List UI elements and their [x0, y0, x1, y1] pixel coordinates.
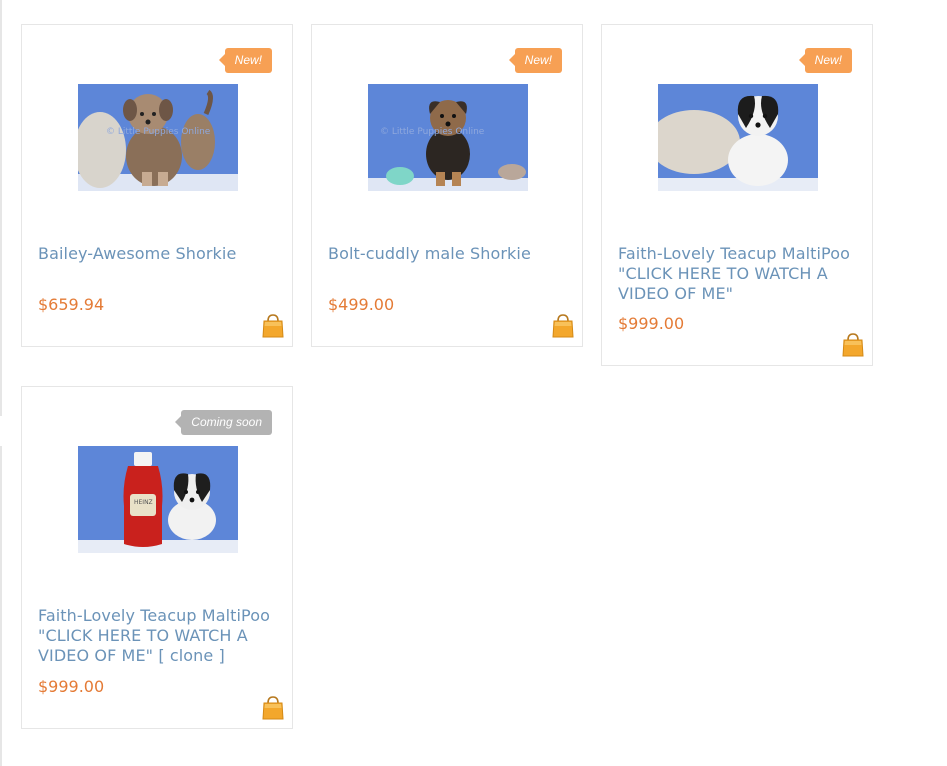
product-title-link[interactable]: Bolt-cuddly male Shorkie — [328, 244, 568, 264]
product-card[interactable]: New! © Little Puppies Online Bailey-Awes… — [21, 24, 293, 347]
left-border-segment — [0, 446, 2, 766]
product-image[interactable]: © Little Puppies Online — [368, 84, 528, 191]
product-title-link[interactable]: Faith-Lovely Teacup MaltiPoo "CLICK HERE… — [38, 606, 278, 666]
puppy-photo-icon: HEINZ — [78, 446, 238, 553]
image-watermark: © Little Puppies Online — [106, 127, 211, 137]
product-price: $659.94 — [38, 295, 105, 314]
product-card[interactable]: New! © Little Puppies Online Bolt-cuddly… — [311, 24, 583, 347]
shopping-bag-icon[interactable] — [262, 314, 284, 338]
image-watermark: © Little Puppies Online — [380, 127, 485, 137]
coming-soon-badge: Coming soon — [175, 410, 272, 435]
product-price: $999.00 — [38, 677, 105, 696]
new-badge: New! — [218, 48, 272, 73]
product-image[interactable] — [658, 84, 818, 191]
product-title-link[interactable]: Bailey-Awesome Shorkie — [38, 244, 278, 264]
puppy-photo-icon: © Little Puppies Online — [78, 84, 238, 191]
shopping-bag-icon[interactable] — [552, 314, 574, 338]
product-image[interactable]: HEINZ — [78, 446, 238, 553]
new-badge: New! — [798, 48, 852, 73]
product-price: $499.00 — [328, 295, 395, 314]
shopping-bag-icon[interactable] — [262, 696, 284, 720]
shopping-bag-icon[interactable] — [842, 333, 864, 357]
product-image[interactable]: © Little Puppies Online — [78, 84, 238, 191]
new-badge: New! — [508, 48, 562, 73]
product-price: $999.00 — [618, 314, 685, 333]
product-card[interactable]: New! Faith-Lovely Teacup MaltiPoo "CLICK… — [601, 24, 873, 366]
left-border-segment — [0, 0, 2, 416]
puppy-photo-icon — [658, 84, 818, 191]
bottle-label: HEINZ — [134, 499, 153, 506]
product-card[interactable]: Coming soon HEINZ Faith-Lovely Teacup Ma… — [21, 386, 293, 729]
puppy-photo-icon: © Little Puppies Online — [368, 84, 528, 191]
product-title-link[interactable]: Faith-Lovely Teacup MaltiPoo "CLICK HERE… — [618, 244, 858, 304]
